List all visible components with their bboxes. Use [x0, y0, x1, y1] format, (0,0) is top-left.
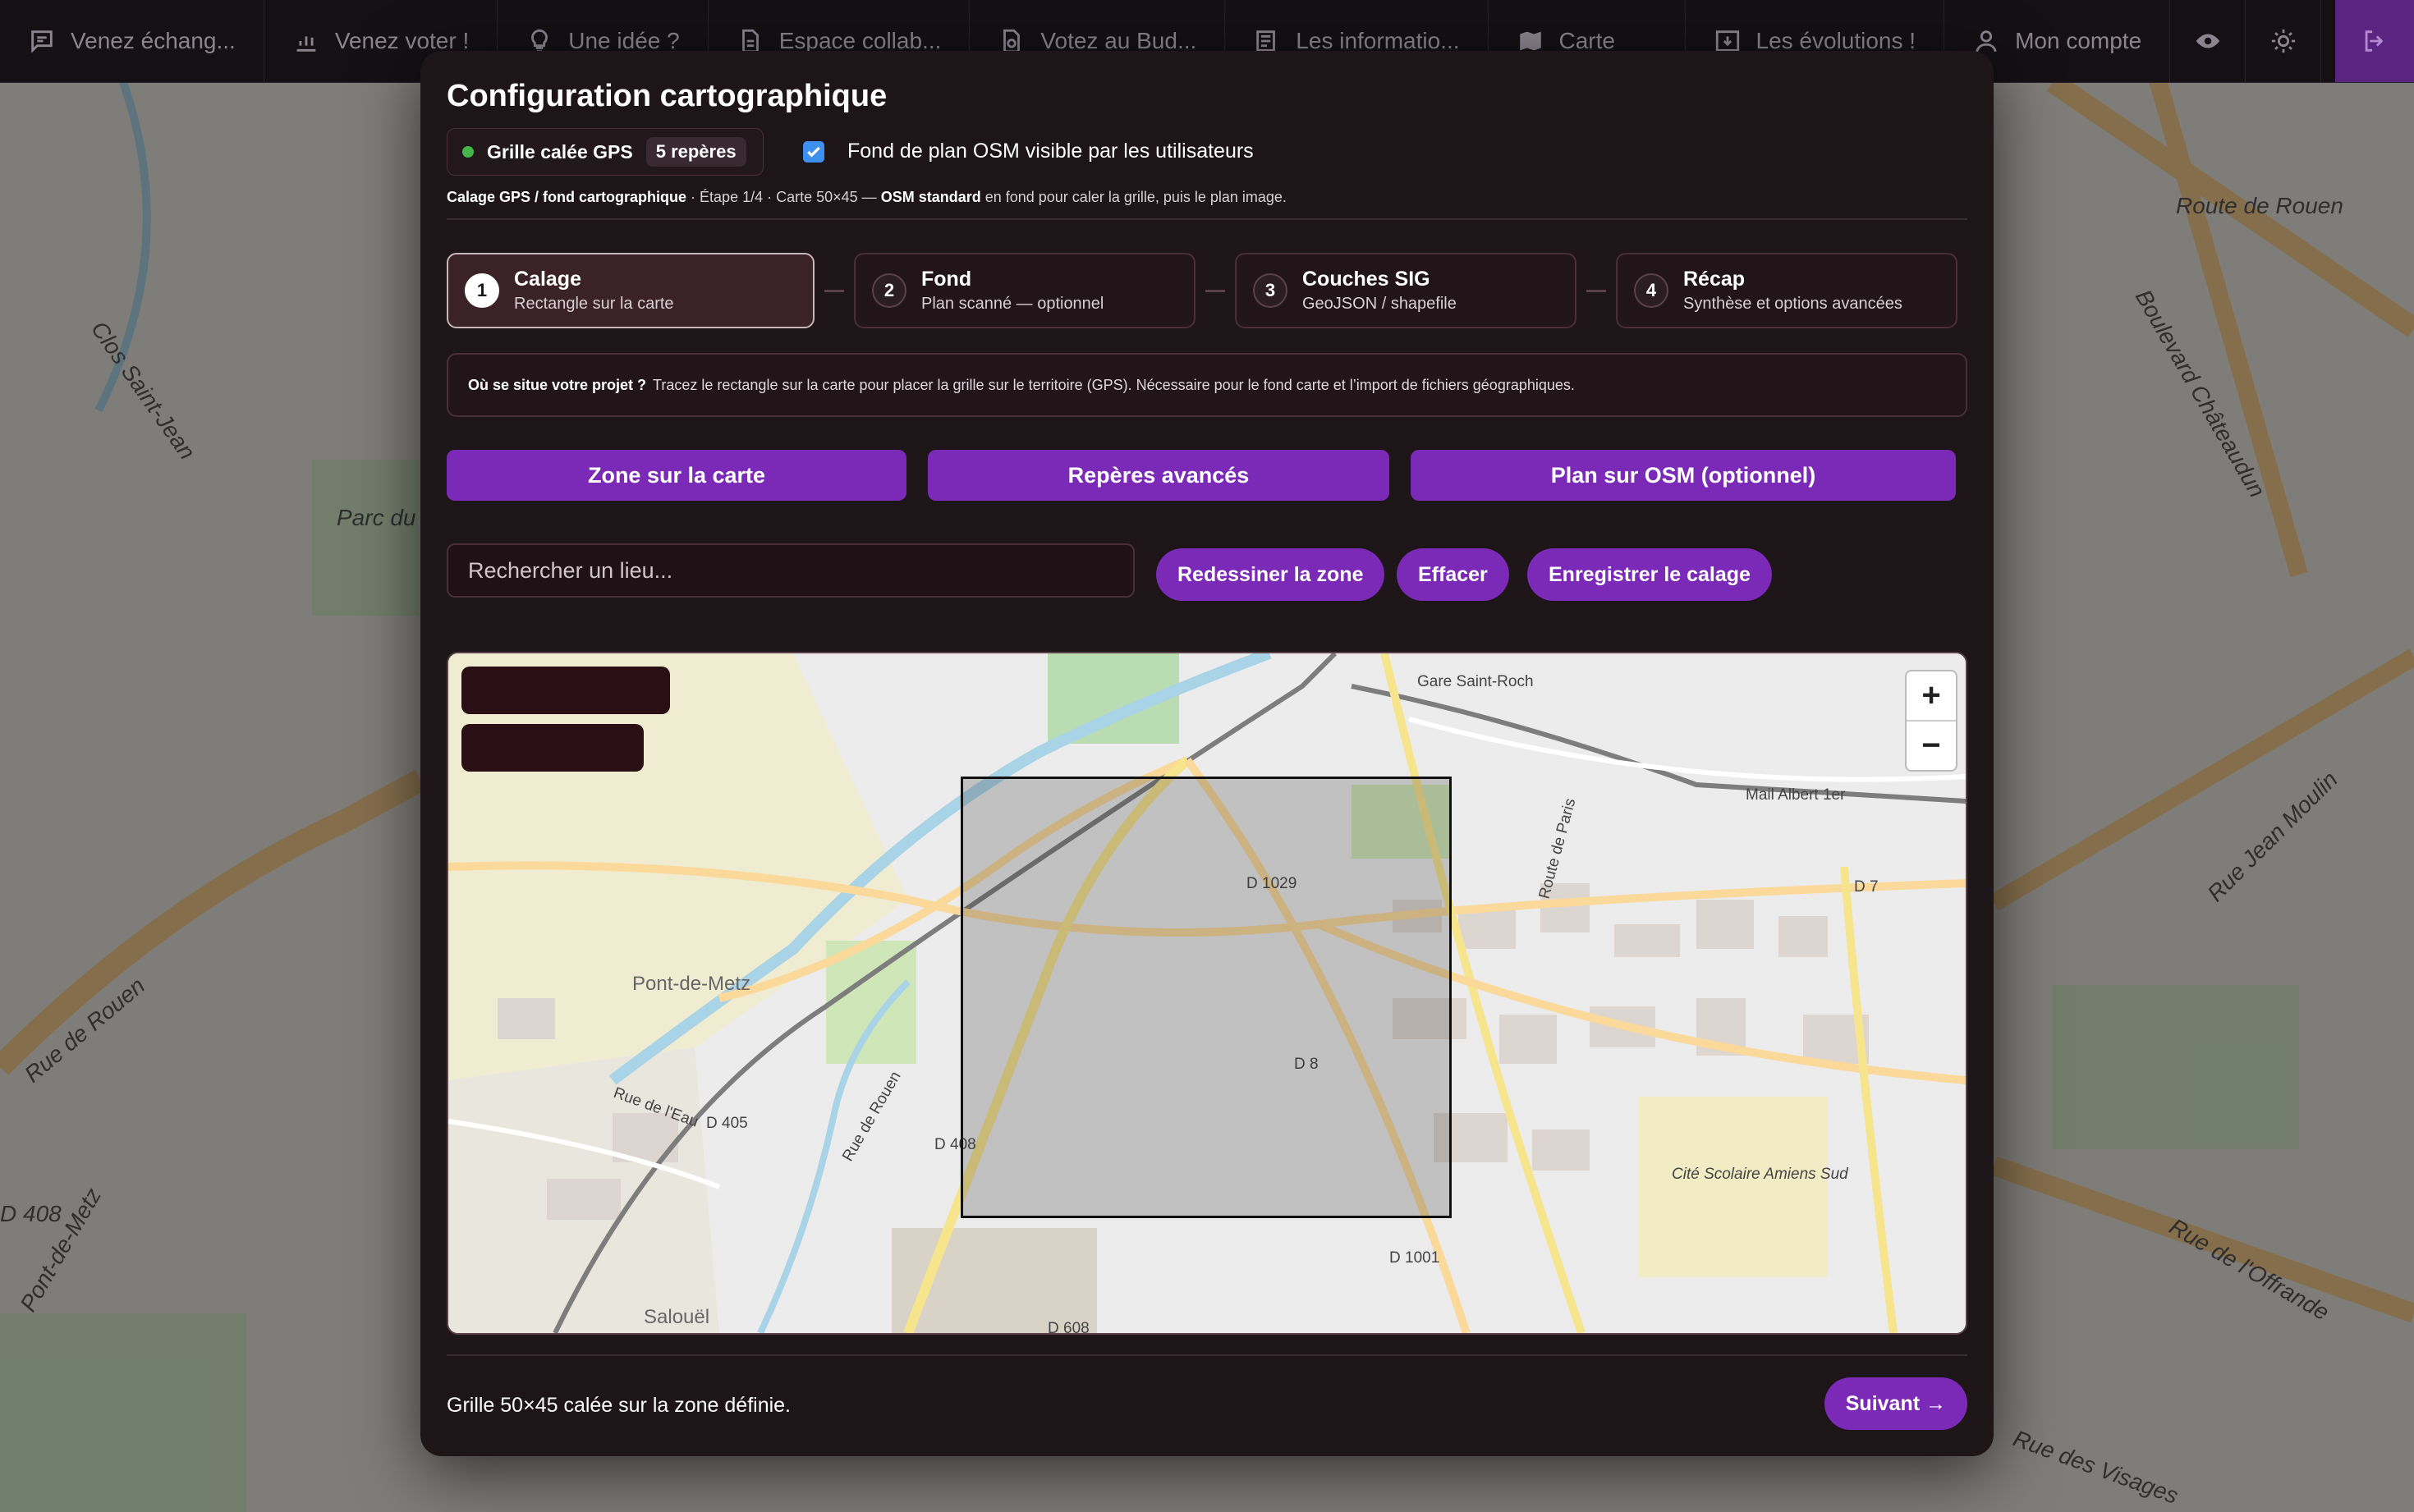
clear-button[interactable]: Effacer	[1397, 548, 1509, 601]
map-layer-chip[interactable]	[461, 667, 670, 714]
step-number: 4	[1634, 273, 1668, 308]
header-divider	[447, 218, 1967, 220]
subtitle-bold-part: Calage GPS / fond cartographique	[447, 189, 687, 205]
status-dot	[462, 146, 474, 158]
calibration-map[interactable]: Gare Saint-Roch Pont-de-Metz Mail Albert…	[447, 652, 1967, 1335]
map-label: D 7	[1854, 878, 1879, 896]
status-label: Grille calée GPS	[487, 140, 633, 163]
step-separator	[1586, 289, 1606, 292]
subtitle-middle: · Étape 1/4 · Carte 50×45 —	[686, 189, 881, 205]
osm-visible-checkbox[interactable]	[803, 140, 824, 163]
redraw-zone-button[interactable]: Redessiner la zone	[1156, 548, 1385, 601]
nav-label: Mon compte	[2015, 28, 2142, 53]
toggle-visibility-button[interactable]	[2170, 0, 2246, 82]
theme-toggle-button[interactable]	[2246, 0, 2322, 82]
gps-status-badge: Grille calée GPS 5 repères	[447, 128, 764, 176]
eye-icon	[2196, 34, 2219, 48]
project-location-hint: Où se situe votre projet ? Tracez le rec…	[447, 353, 1967, 417]
step-number: 1	[465, 273, 499, 308]
osm-visible-label: Fond de plan OSM visible par les utilisa…	[847, 140, 1254, 163]
map-label: Cité Scolaire Amiens Sud	[1672, 1166, 1849, 1183]
map-label: Salouël	[644, 1306, 709, 1328]
zoom-out-button[interactable]: −	[1907, 720, 1956, 770]
modal-title: Configuration cartographique	[447, 79, 888, 113]
logout-button[interactable]	[2335, 0, 2414, 82]
map-label: D 405	[706, 1115, 748, 1132]
zoom-in-button[interactable]: +	[1907, 671, 1956, 720]
map-layer-chip[interactable]	[461, 724, 644, 772]
map-label: Gare Saint-Roch	[1417, 673, 1534, 690]
zoom-control: + −	[1905, 670, 1957, 772]
step-subtitle: GeoJSON / shapefile	[1302, 295, 1457, 313]
sun-icon	[2271, 29, 2295, 53]
footer-divider	[447, 1354, 1967, 1356]
hint-text: Tracez le rectangle sur la carte pour pl…	[653, 376, 1575, 393]
advanced-markers-button[interactable]: Repères avancés	[928, 450, 1389, 501]
nav-label: Venez échang...	[71, 28, 236, 53]
calibration-rectangle[interactable]	[961, 777, 1452, 1218]
zone-on-map-button[interactable]: Zone sur la carte	[447, 450, 906, 501]
markers-count-badge: 5 repères	[645, 137, 746, 167]
map-label: D 608	[1048, 1320, 1090, 1333]
nav-item-echanger[interactable]: Venez échang...	[0, 0, 264, 82]
chat-icon	[31, 30, 53, 53]
logout-icon	[2365, 30, 2384, 52]
step-subtitle: Calage GPS / fond cartographique · Étape…	[447, 189, 1287, 206]
hint-question: Où se situe votre projet ?	[468, 376, 647, 393]
step-number: 3	[1253, 273, 1287, 308]
wizard-steps: 1 Calage Rectangle sur la carte 2 Fond P…	[447, 253, 1957, 328]
step-title: Calage	[514, 268, 581, 291]
subtitle-tail: en fond pour caler la grille, puis le pl…	[980, 189, 1287, 205]
step-separator	[824, 289, 844, 292]
subtitle-osm-part: OSM standard	[880, 189, 981, 205]
step-number: 2	[872, 273, 906, 308]
step-calage[interactable]: 1 Calage Rectangle sur la carte	[447, 253, 815, 328]
step-subtitle: Rectangle sur la carte	[514, 295, 674, 313]
bar-chart-icon	[296, 36, 316, 52]
step-separator	[1205, 289, 1225, 292]
step-subtitle: Plan scanné — optionnel	[921, 295, 1104, 313]
checkmark-icon	[807, 146, 820, 158]
map-label: D 1001	[1389, 1249, 1439, 1267]
step-title: Couches SIG	[1302, 268, 1430, 291]
plan-on-osm-button[interactable]: Plan sur OSM (optionnel)	[1411, 450, 1956, 501]
grid-status-text: Grille 50×45 calée sur la zone définie.	[447, 1394, 792, 1417]
save-calibration-button[interactable]: Enregistrer le calage	[1527, 548, 1772, 601]
map-configuration-modal: Configuration cartographique Grille calé…	[420, 51, 1994, 1456]
place-search-input[interactable]	[447, 543, 1135, 598]
step-couches-sig[interactable]: 3 Couches SIG GeoJSON / shapefile	[1235, 253, 1576, 328]
step-title: Récap	[1683, 268, 1746, 291]
step-recap[interactable]: 4 Récap Synthèse et options avancées	[1616, 253, 1957, 328]
step-subtitle: Synthèse et options avancées	[1683, 295, 1902, 313]
step-fond[interactable]: 2 Fond Plan scanné — optionnel	[854, 253, 1196, 328]
next-button[interactable]: Suivant →	[1824, 1377, 1967, 1430]
map-label: Pont-de-Metz	[632, 973, 750, 995]
osm-visible-toggle[interactable]: Fond de plan OSM visible par les utilisa…	[803, 140, 1254, 163]
map-label: Mail Albert 1er	[1746, 786, 1846, 804]
step-title: Fond	[921, 268, 972, 291]
